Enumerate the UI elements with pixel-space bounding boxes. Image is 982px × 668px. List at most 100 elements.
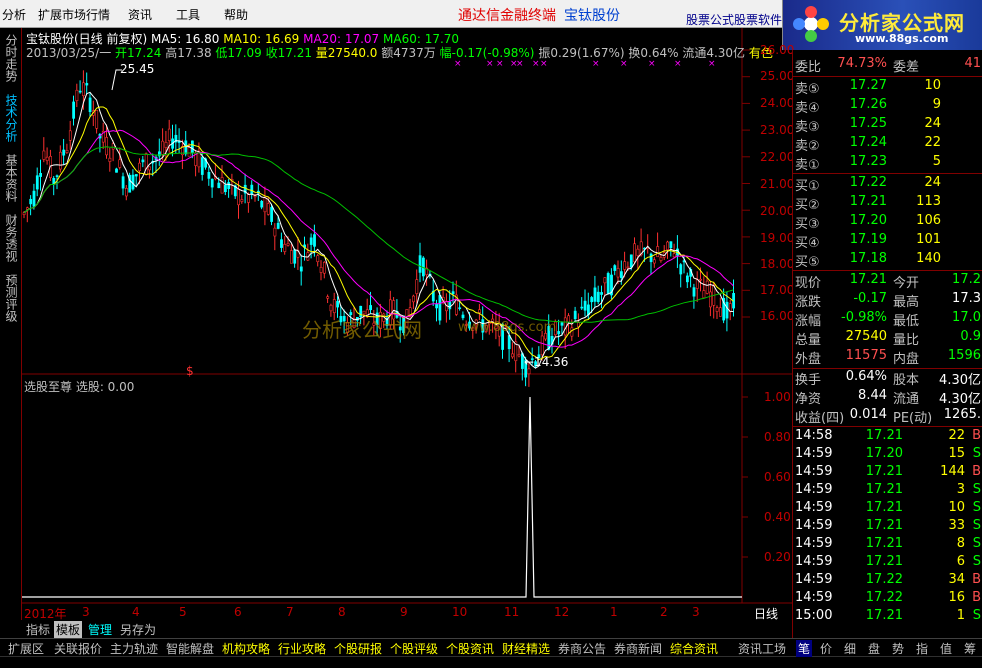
nav-main-force[interactable]: 主力轨迹 (110, 640, 158, 657)
candle-body (184, 140, 188, 155)
quote-row: 外盘 11575 内盘 1596 (793, 348, 982, 367)
price-tick: 20.00 (760, 204, 795, 218)
tab-index[interactable]: 指 (916, 640, 928, 657)
tab-forecast[interactable]: 预测评级 (4, 274, 18, 322)
candle-body (191, 140, 194, 153)
nav-ext-area[interactable]: 扩展区 (8, 640, 44, 657)
candle-body (669, 241, 673, 248)
signal-dollar-mark: $ (186, 364, 194, 378)
nav-related-quotes[interactable]: 关联报价 (54, 640, 102, 657)
indicator-tick: 0.80 (764, 430, 791, 444)
menu-analysis[interactable]: 分析 (2, 6, 26, 23)
candle-body (448, 301, 452, 310)
candle-body (679, 264, 683, 275)
tab-chips[interactable]: 筹 (964, 640, 976, 657)
tick-side: S (972, 446, 981, 461)
nav-industry[interactable]: 行业攻略 (278, 640, 326, 657)
candle-body (567, 315, 571, 323)
bid-row: 买② 17.21 113 (793, 194, 982, 213)
candle-body (527, 368, 531, 375)
tab-fundamentals[interactable]: 基本资料 (4, 154, 18, 202)
tick-side: S (972, 500, 981, 515)
candle-body (600, 292, 604, 295)
quote-row: 涨幅 -0.98% 最低 17.0 (793, 310, 982, 329)
high-annotation: 25.45 (120, 62, 155, 76)
candle-body (115, 168, 118, 173)
candle-body (412, 295, 415, 303)
tick-side: B (972, 464, 981, 479)
fund-value: 0.64% (845, 369, 887, 384)
weibi-value: 74.73% (837, 56, 887, 71)
tab-price[interactable]: 价 (820, 640, 832, 657)
bid-volume: 113 (916, 194, 941, 209)
ask-volume: 10 (924, 78, 941, 93)
candle-body (299, 266, 303, 272)
bar-date: 2013/03/25/一 (26, 46, 112, 60)
candle-body (58, 151, 62, 170)
bottom-nav: 扩展区 关联报价 主力轨迹 智能解盘 机构攻略 行业攻略 个股研报 个股评级 个… (0, 638, 792, 656)
candle-body (187, 147, 191, 157)
quote-label: 今开 (893, 276, 920, 291)
chart-area[interactable]: × × × × × × × × × × × × 宝钛股份(日线 前复权) MA5: 16.80 MA1… (22, 28, 795, 621)
candle-body (649, 253, 653, 263)
tab-indicator[interactable]: 指标 (26, 621, 50, 638)
tick-time: 14:59 (795, 554, 833, 569)
nav-stock-news[interactable]: 个股资讯 (446, 640, 494, 657)
tick-time: 14:59 (795, 518, 833, 533)
tick-row: 14:59 17.22 16 B (793, 590, 982, 608)
tick-price: 17.21 (865, 554, 903, 569)
candle-body (692, 287, 696, 297)
tab-intraday[interactable]: 分时走势 (4, 34, 18, 82)
ad-link[interactable]: 股票公式股票软件 (686, 11, 782, 28)
candle-body (207, 172, 211, 179)
menu-extended-market[interactable]: 扩展市场行情 (38, 6, 110, 23)
bid-label: 买① (795, 179, 820, 194)
nav-stock-research[interactable]: 个股研报 (334, 640, 382, 657)
nav-institution[interactable]: 机构攻略 (222, 640, 270, 657)
tab-financials[interactable]: 财务透视 (4, 214, 18, 262)
quote-panel: 委比 74.73% 委差 41 卖⑤ 17.27 10 卖④ 17.26 9 卖③ 17.25… (792, 50, 982, 638)
menu-news[interactable]: 资讯 (128, 6, 152, 23)
candle-body (42, 150, 46, 160)
quote-value: 17.21 (849, 272, 887, 287)
tab-template[interactable]: 模板 (54, 621, 83, 638)
nav-smart-analysis[interactable]: 智能解盘 (166, 640, 214, 657)
nav-stock-rating[interactable]: 个股评级 (390, 640, 438, 657)
indicator-title: 选股至尊 选股: 0.00 (24, 378, 134, 395)
tab-manage[interactable]: 管理 (88, 621, 112, 638)
bid-price: 17.20 (849, 213, 887, 228)
ask-price: 17.25 (849, 116, 887, 131)
price-tick: 23.00 (760, 123, 795, 137)
candle-body (699, 278, 703, 281)
menu-help[interactable]: 帮助 (224, 6, 248, 23)
tab-book[interactable]: 盘 (868, 640, 880, 657)
tick-price: 17.21 (865, 428, 903, 443)
tab-value[interactable]: 值 (940, 640, 952, 657)
tab-trades[interactable]: 笔 (796, 640, 813, 657)
quote-row: 现价 17.21 今开 17.2 (793, 272, 982, 291)
nav-general-info[interactable]: 综合资讯 (670, 640, 718, 657)
nav-broker-news[interactable]: 券商新闻 (614, 640, 662, 657)
tab-save-as[interactable]: 另存为 (120, 621, 156, 638)
tick-volume: 22 (948, 428, 965, 443)
menu-tools[interactable]: 工具 (176, 6, 200, 23)
tick-volume: 15 (948, 446, 965, 461)
nav-broker-notice[interactable]: 券商公告 (558, 640, 606, 657)
tab-technical[interactable]: 技术分析 (4, 94, 18, 142)
quote-label: 量比 (893, 333, 920, 348)
separator (793, 426, 982, 427)
amplitude-value: 振0.29(1.67%) (538, 46, 625, 60)
candle-body (78, 90, 82, 93)
fund-label: PE(动) (893, 411, 933, 426)
nav-info-factory[interactable]: 资讯工场 (738, 640, 786, 657)
nav-finance-picks[interactable]: 财经精选 (502, 640, 550, 657)
tab-trend[interactable]: 势 (892, 640, 904, 657)
float-value: 流通4.30亿 (682, 46, 746, 60)
tab-detail[interactable]: 细 (844, 640, 856, 657)
tick-time: 14:59 (795, 446, 833, 461)
candle-body (164, 142, 168, 148)
candle-body (75, 89, 79, 101)
candle-body (616, 268, 620, 278)
ask-price: 17.27 (849, 78, 887, 93)
candle-body (276, 222, 280, 229)
